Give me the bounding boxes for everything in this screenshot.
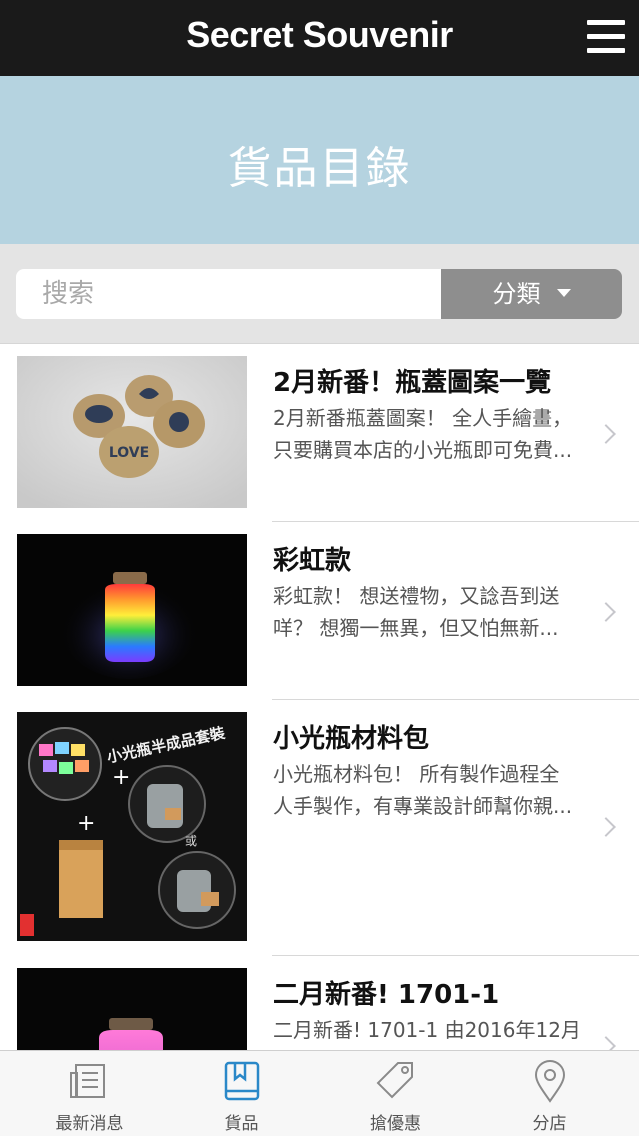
search-input[interactable] xyxy=(16,269,442,319)
item-description: 二月新番! 1701-1 由2016年12月 xyxy=(273,1014,593,1046)
product-thumbnail: LOVE xyxy=(17,356,247,508)
book-icon xyxy=(224,1061,259,1101)
item-description: 彩虹款！ 想送禮物，又諗吾到送 咩？ 想獨一無異，但又怕無新... xyxy=(273,580,593,644)
item-description: 2月新番瓶蓋圖案！ 全人手繪畫， 只要購買本店的小光瓶即可免費... xyxy=(273,402,593,466)
product-thumbnail xyxy=(17,968,247,1050)
caret-down-icon xyxy=(556,289,571,297)
item-title: 彩虹款 xyxy=(273,546,352,576)
product-thumbnail xyxy=(17,534,247,686)
tab-products[interactable]: 貨品 xyxy=(162,1051,321,1136)
tag-icon xyxy=(376,1062,413,1099)
item-description-line: 二月新番! 1701-1 由2016年12月 xyxy=(273,1018,581,1042)
thumbnail-text: LOVE xyxy=(109,445,149,461)
bottom-tab-bar: 最新消息 貨品 搶優惠 分店 xyxy=(0,1050,639,1136)
item-title: 2月新番！瓶蓋圖案一覽 xyxy=(273,368,552,398)
tab-deals[interactable]: 搶優惠 xyxy=(316,1051,475,1136)
category-dropdown-button[interactable]: 分類 xyxy=(441,269,622,319)
category-label: 分類 xyxy=(492,280,541,308)
app-root: Secret Souvenir 貨品目錄 分類 xyxy=(0,0,639,1136)
list-item[interactable]: 彩虹款 彩虹款！ 想送禮物，又諗吾到送 咩？ 想獨一無異，但又怕無新... xyxy=(0,522,639,700)
svg-text:+: + xyxy=(77,811,95,836)
chevron-right-icon xyxy=(596,1036,616,1050)
item-title: 小光瓶材料包 xyxy=(273,724,430,754)
app-title: Secret Souvenir xyxy=(186,14,453,55)
item-description-line: 人手製作，有專業設計師幫你親... xyxy=(273,794,573,818)
item-description-line: 只要購買本店的小光瓶即可免費... xyxy=(273,438,573,462)
list-item[interactable]: 小光瓶半成品套裝 + + 或 小光瓶材料包 小光瓶材料包！ 所有製作過程全 人手… xyxy=(0,700,639,956)
search-bar: 分類 xyxy=(0,244,639,344)
hamburger-menu-icon[interactable] xyxy=(587,20,625,54)
item-description-line: 2月新番瓶蓋圖案！ 全人手繪畫， xyxy=(273,406,573,430)
tab-label: 分店 xyxy=(532,1114,567,1134)
top-nav-bar: Secret Souvenir xyxy=(0,0,639,76)
tab-branches[interactable]: 分店 xyxy=(470,1051,629,1136)
tab-label: 搶優惠 xyxy=(370,1114,421,1134)
newspaper-icon xyxy=(69,1064,105,1098)
page-banner: 貨品目錄 xyxy=(0,76,639,244)
location-pin-icon xyxy=(534,1060,565,1103)
item-description-line: 彩虹款！ 想送禮物，又諗吾到送 xyxy=(273,584,560,608)
tab-label: 貨品 xyxy=(224,1114,259,1134)
tab-label: 最新消息 xyxy=(55,1114,124,1134)
chevron-right-icon xyxy=(596,424,616,444)
item-title: 二月新番! 1701-1 xyxy=(273,980,500,1010)
product-thumbnail: 小光瓶半成品套裝 + + 或 xyxy=(17,712,247,941)
item-description-line: 咩？ 想獨一無異，但又怕無新... xyxy=(273,616,559,640)
thumbnail-text: 或 xyxy=(185,834,197,848)
svg-text:+: + xyxy=(112,765,130,790)
list-item[interactable]: 二月新番! 1701-1 二月新番! 1701-1 由2016年12月 xyxy=(0,956,639,1050)
product-list: LOVE 2月新番！瓶蓋圖案一覽 2月新番瓶蓋圖案！ 全人手繪畫， 只要購買本店… xyxy=(0,344,639,1050)
item-description-line: 小光瓶材料包！ 所有製作過程全 xyxy=(273,762,560,786)
chevron-right-icon xyxy=(596,817,616,837)
tab-news[interactable]: 最新消息 xyxy=(10,1051,169,1136)
chevron-right-icon xyxy=(596,602,616,622)
page-title: 貨品目錄 xyxy=(227,143,412,194)
item-description: 小光瓶材料包！ 所有製作過程全 人手製作，有專業設計師幫你親... xyxy=(273,758,593,822)
list-item[interactable]: LOVE 2月新番！瓶蓋圖案一覽 2月新番瓶蓋圖案！ 全人手繪畫， 只要購買本店… xyxy=(0,344,639,522)
